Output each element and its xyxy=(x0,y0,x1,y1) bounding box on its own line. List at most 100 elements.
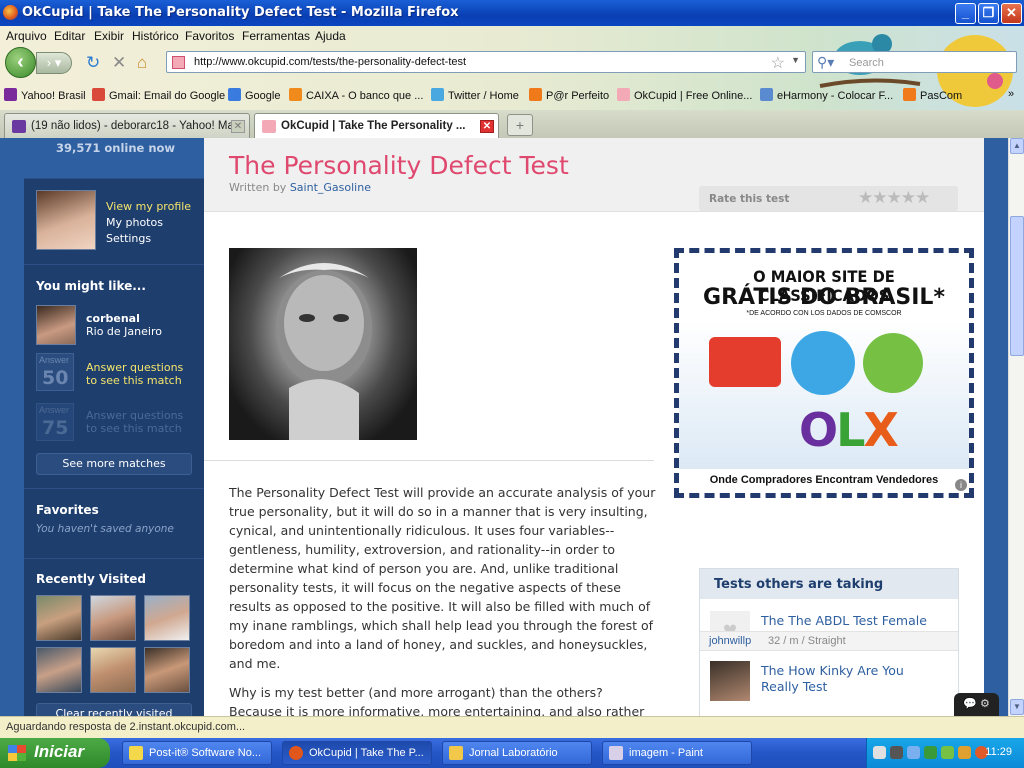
divider xyxy=(204,460,654,461)
close-button[interactable]: ✕ xyxy=(1001,3,1022,24)
visited-avatar[interactable] xyxy=(90,647,136,693)
menu-favoritos[interactable]: Favoritos xyxy=(185,29,234,43)
see-more-matches-button[interactable]: See more matches xyxy=(36,453,192,475)
bookmark-par-perfeito[interactable]: P@r Perfeito xyxy=(529,88,609,102)
bookmark-yahoo[interactable]: Yahoo! Brasil xyxy=(4,88,86,102)
view-my-profile-link[interactable]: View my profile xyxy=(106,200,191,213)
bookmarks-overflow-icon[interactable]: » xyxy=(1008,88,1014,100)
bookmark-okcupid[interactable]: OkCupid | Free Online... xyxy=(617,88,752,102)
description-paragraph-1: The Personality Defect Test will provide… xyxy=(229,485,656,671)
new-tab-button[interactable]: + xyxy=(507,114,533,136)
url-dropdown-icon[interactable]: ▼ xyxy=(791,55,800,65)
forward-button[interactable]: › ▾ xyxy=(36,52,72,74)
tab-yahoo-mail[interactable]: (19 não lidos) - deborarc18 - Yahoo! Mai… xyxy=(4,113,250,138)
maximize-button[interactable]: ❐ xyxy=(978,3,999,24)
window-title: OkCupid | Take The Personality Defect Te… xyxy=(22,5,459,20)
visited-avatar[interactable] xyxy=(36,595,82,641)
postit-icon xyxy=(129,746,143,760)
favorites-section: Favorites You haven't saved anyone xyxy=(24,488,204,550)
menu-arquivo[interactable]: Arquivo xyxy=(6,29,47,43)
tray-icon[interactable] xyxy=(958,746,971,759)
bookmark-twitter[interactable]: Twitter / Home xyxy=(431,88,519,102)
minimize-button[interactable]: _ xyxy=(955,3,976,24)
answer-questions-link[interactable]: Answer questions to see this match xyxy=(86,361,196,387)
task-postit[interactable]: Post-it® Software No... xyxy=(122,741,272,765)
scroll-thumb[interactable] xyxy=(1010,216,1024,356)
search-engine-icon[interactable]: ⚲▾ xyxy=(817,54,834,71)
visited-avatar[interactable] xyxy=(90,595,136,641)
answer-box[interactable]: Answer 75 xyxy=(36,403,74,441)
page-scrollbar[interactable]: ▲ ▼ xyxy=(1008,138,1024,716)
clear-recently-visited-button[interactable]: Clear recently visited xyxy=(36,703,192,716)
task-folder[interactable]: Jornal Laboratório xyxy=(442,741,592,765)
tray-icon[interactable] xyxy=(941,746,954,759)
menu-exibir[interactable]: Exibir xyxy=(94,29,124,43)
match-username[interactable]: corbenal xyxy=(86,312,140,325)
online-count: 39,571 online now xyxy=(56,141,176,155)
test-link[interactable]: The How Kinky Are You Really Test xyxy=(761,663,941,695)
menu-editar[interactable]: Editar xyxy=(54,29,85,43)
my-avatar[interactable] xyxy=(36,190,96,250)
search-placeholder[interactable]: Search xyxy=(849,57,884,69)
scroll-down-arrow[interactable]: ▼ xyxy=(1010,699,1024,715)
tests-others-are-taking: Tests others are taking ♥ The The ABDL T… xyxy=(699,568,959,716)
favorites-heading: Favorites xyxy=(36,503,99,517)
test-author-link[interactable]: johnwillp xyxy=(709,635,751,647)
menu-ferramentas[interactable]: Ferramentas xyxy=(242,29,310,43)
status-text: Aguardando resposta de 2.instant.okcupid… xyxy=(6,721,246,733)
answer-box[interactable]: Answer 50 xyxy=(36,353,74,391)
firefox-icon xyxy=(3,5,18,20)
rating-stars[interactable]: ★★★★★ xyxy=(858,188,930,208)
menu-historico[interactable]: Histórico xyxy=(132,29,179,43)
tab-bar: (19 não lidos) - deborarc18 - Yahoo! Mai… xyxy=(0,110,1024,139)
olx-logo: OLX xyxy=(799,403,899,457)
address-bar[interactable]: http://www.okcupid.com/tests/the-persona… xyxy=(166,51,806,73)
tab-close-icon[interactable]: ✕ xyxy=(231,120,245,133)
tab-close-icon[interactable]: ✕ xyxy=(480,120,494,133)
settings-link[interactable]: Settings xyxy=(106,232,151,245)
tray-icon[interactable] xyxy=(924,746,937,759)
reload-icon[interactable]: ↻ xyxy=(86,53,100,73)
author-link[interactable]: Saint_Gasoline xyxy=(290,181,371,194)
okcupid-icon xyxy=(262,120,276,133)
visited-avatar[interactable] xyxy=(144,595,190,641)
home-icon[interactable]: ⌂ xyxy=(137,53,147,73)
visited-avatar[interactable] xyxy=(144,647,190,693)
test-author-meta: johnwillp 32 / m / Straight xyxy=(700,631,958,651)
bookmark-gmail[interactable]: Gmail: Email do Google xyxy=(92,88,225,102)
back-button[interactable]: ‹ xyxy=(5,47,36,78)
main-content: The Personality Defect Test Written by S… xyxy=(204,138,999,716)
scroll-up-arrow[interactable]: ▲ xyxy=(1010,138,1024,154)
tray-icon[interactable] xyxy=(890,746,903,759)
match-avatar[interactable] xyxy=(36,305,76,345)
olx-advertisement[interactable]: O MAIOR SITE DE CLASSIFICADOS GRÁTIS DO … xyxy=(674,248,974,498)
chat-widget[interactable]: 💬 ⚙ xyxy=(954,693,999,716)
portrait-figure xyxy=(276,263,372,440)
menu-ajuda[interactable]: Ajuda xyxy=(315,29,346,43)
smiley-headset-illustration xyxy=(791,331,855,395)
bookmark-star-icon[interactable]: ☆ xyxy=(771,53,785,73)
network-icon[interactable] xyxy=(873,746,886,759)
bookmark-eharmony[interactable]: eHarmony - Colocar F... xyxy=(760,88,893,102)
ad-info-icon[interactable]: i xyxy=(955,479,967,491)
search-box[interactable]: ⚲▾ Search xyxy=(812,51,1017,73)
stop-icon[interactable]: ✕ xyxy=(112,53,126,73)
page-title: The Personality Defect Test xyxy=(229,151,569,180)
url-text[interactable]: http://www.okcupid.com/tests/the-persona… xyxy=(194,56,466,68)
visited-avatar[interactable] xyxy=(36,647,82,693)
task-firefox[interactable]: OkCupid | Take The P... xyxy=(282,741,432,765)
clock: 11:29 xyxy=(985,746,1012,758)
bookmark-google[interactable]: Google xyxy=(228,88,280,102)
tab-okcupid[interactable]: OkCupid | Take The Personality ... ✕ xyxy=(254,113,499,139)
bookmark-pascom[interactable]: PasCom xyxy=(903,88,962,102)
bookmark-caixa[interactable]: CAIXA - O banco que ... xyxy=(289,88,423,102)
tray-icon[interactable] xyxy=(907,746,920,759)
start-button[interactable]: Iniciar xyxy=(0,738,110,768)
answer-questions-link-faded[interactable]: Answer questions to see this match xyxy=(86,409,196,435)
my-photos-link[interactable]: My photos xyxy=(106,216,163,229)
task-paint[interactable]: imagem - Paint xyxy=(602,741,752,765)
window-title-bar: OkCupid | Take The Personality Defect Te… xyxy=(0,0,1024,26)
author-line: Written by Saint_Gasoline xyxy=(229,181,371,194)
rate-label: Rate this test xyxy=(709,193,790,205)
navigation-toolbar: ‹ › ▾ ↻ ✕ ⌂ http://www.okcupid.com/tests… xyxy=(0,46,1024,80)
